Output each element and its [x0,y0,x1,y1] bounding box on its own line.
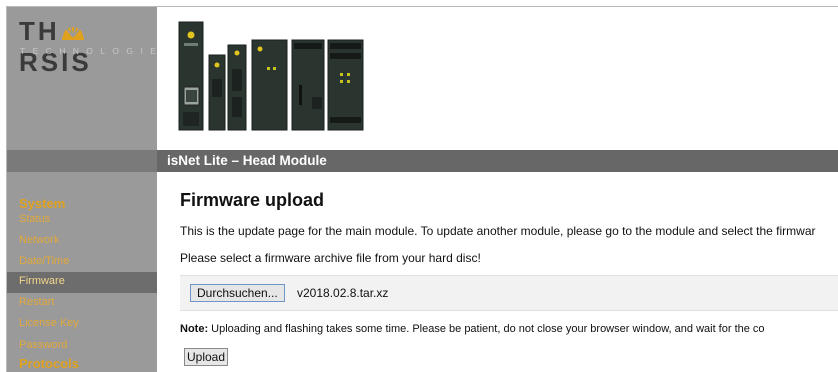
sidebar: System Status Network Date/Time Firmware… [7,172,157,372]
logo-text-start: TH [19,16,60,46]
sidebar-heading-system[interactable]: System [19,196,65,211]
sidebar-item-date-time[interactable]: Date/Time [7,252,157,273]
page-header-title: isNet Lite – Head Module [167,153,327,168]
sidebar-item-restart[interactable]: Restart [7,293,157,314]
upload-note: Note: Uploading and flashing takes some … [180,323,765,335]
note-label: Note: [180,323,209,335]
browse-button[interactable]: Durchsuchen... [190,284,285,302]
sidebar-item-status[interactable]: Status [7,210,157,231]
upload-instruction: Please select a firmware archive file fr… [180,251,481,265]
logo-panel: TH RSIS TECHNOLOGIES [7,7,169,150]
upload-button[interactable]: Upload [184,348,229,366]
logo-tagline: TECHNOLOGIES [20,46,177,56]
sidebar-item-label: Restart [19,296,55,308]
main-content: Firmware upload This is the update page … [157,172,838,372]
sidebar-item-license-key[interactable]: License Key [7,314,157,335]
sidebar-heading-protocols[interactable]: Protocols [19,356,79,371]
page-description: This is the update page for the main mod… [180,224,816,238]
sidebar-item-label: Status [19,213,51,225]
page-title: Firmware upload [180,190,325,210]
product-modules-image [178,21,364,131]
sidebar-item-password[interactable]: Password [7,336,157,357]
sidebar-item-label: Date/Time [19,255,70,267]
sidebar-item-label: Firmware [19,275,65,287]
logo-o-mark-icon [61,19,85,41]
note-text: Uploading and flashing takes some time. … [208,323,765,335]
file-upload-field: Durchsuchen... v2018.02.8.tar.xz [180,275,838,311]
selected-filename: v2018.02.8.tar.xz [297,286,389,300]
title-bar: isNet Lite – Head Module [7,150,838,172]
product-image [157,7,838,150]
sidebar-item-label: License Key [19,317,79,329]
app-window: TH RSIS TECHNOLOGIES isNet Lite – Head M… [6,6,838,372]
sidebar-item-label: Network [19,234,60,246]
title-bar-left [7,150,157,172]
sidebar-item-label: Password [19,339,68,351]
sidebar-item-network[interactable]: Network [7,231,157,252]
sidebar-item-firmware[interactable]: Firmware [7,272,157,293]
